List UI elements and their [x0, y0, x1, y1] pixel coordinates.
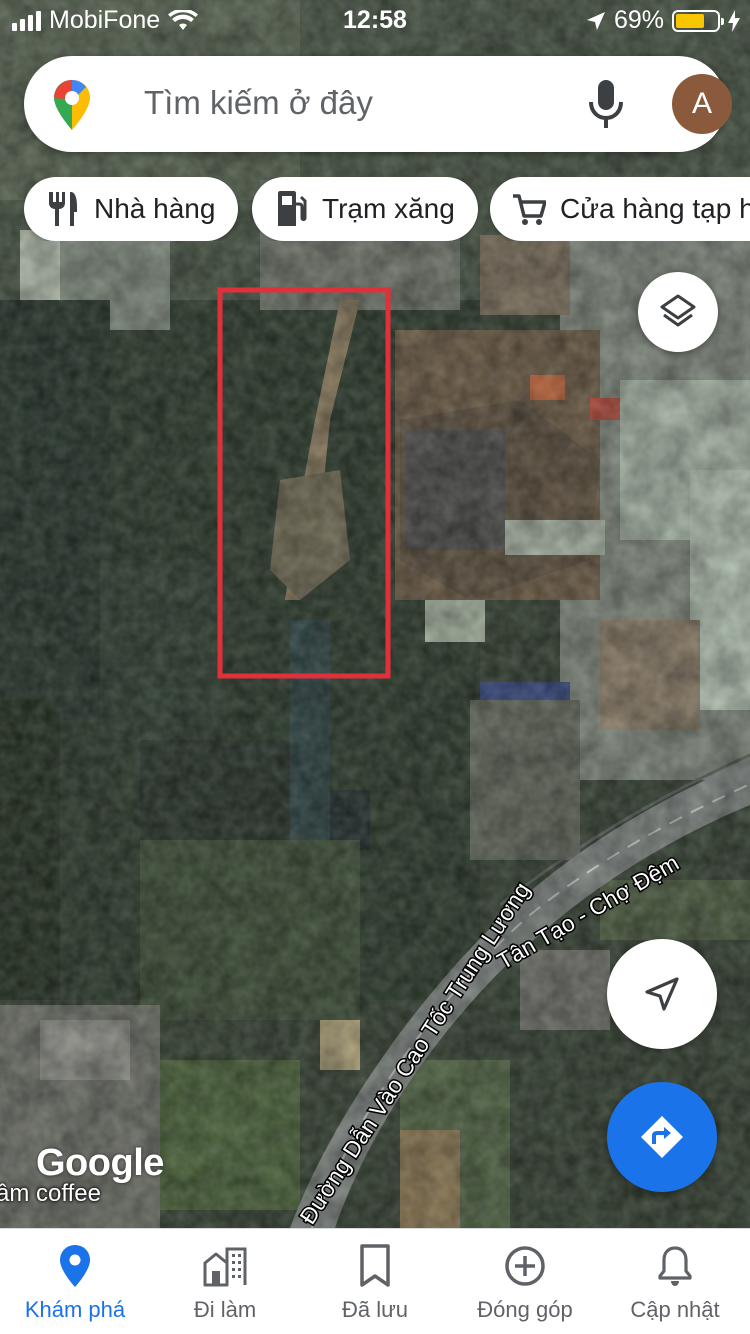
navigation-arrow-icon	[645, 977, 679, 1011]
chip-restaurants[interactable]: Nhà hàng	[24, 177, 238, 241]
google-attribution: Google	[36, 1142, 164, 1184]
battery-icon	[672, 9, 724, 32]
bell-icon	[658, 1246, 692, 1286]
status-bar: MobiFone 12:58 69%	[0, 0, 750, 40]
gas-station-icon	[278, 191, 307, 226]
nav-commute[interactable]: Đi làm	[150, 1229, 300, 1334]
chip-label: Cửa hàng tạp hóa	[560, 193, 750, 224]
layers-button[interactable]	[638, 272, 718, 352]
chip-label: Trạm xăng	[322, 193, 455, 224]
nav-updates[interactable]: Cập nhật	[600, 1229, 750, 1334]
directions-icon	[641, 1116, 683, 1158]
nav-label: Khám phá	[24, 1297, 126, 1322]
nav-label: Đã lưu	[341, 1297, 409, 1322]
battery-fill	[676, 13, 704, 28]
chip-grocery[interactable]: Cửa hàng tạp hóa	[490, 177, 750, 241]
nav-contribute[interactable]: Đóng góp	[450, 1229, 600, 1334]
search-bar[interactable]: Tìm kiếm ở đây A	[24, 56, 732, 152]
bookmark-icon	[360, 1244, 390, 1287]
directions-button[interactable]	[607, 1082, 717, 1192]
layers-icon	[660, 294, 696, 327]
status-right: 69%	[586, 6, 740, 35]
nav-saved[interactable]: Đã lưu	[300, 1229, 450, 1334]
my-location-button[interactable]	[607, 939, 717, 1049]
nav-label: Đóng góp	[477, 1297, 573, 1322]
location-services-icon	[586, 11, 605, 30]
location-pin-icon	[60, 1245, 90, 1287]
nav-explore[interactable]: Khám phá	[0, 1229, 150, 1334]
battery-percent: 69%	[613, 6, 664, 34]
charging-bolt-icon	[728, 9, 740, 32]
search-input[interactable]: Tìm kiếm ở đây	[144, 84, 373, 122]
mic-icon[interactable]	[582, 78, 630, 130]
google-maps-logo-icon	[54, 80, 90, 130]
nav-label: Cập nhật	[630, 1297, 720, 1322]
nav-label: Đi làm	[193, 1297, 257, 1322]
add-circle-icon	[505, 1246, 545, 1286]
category-chips: Nhà hàng Trạm xăng Cửa hàng tạp hóa	[24, 177, 750, 241]
chip-gas-stations[interactable]: Trạm xăng	[252, 177, 478, 241]
account-avatar[interactable]: A	[672, 74, 732, 134]
place-label[interactable]: âm coffee	[0, 1180, 101, 1208]
fork-knife-icon	[49, 192, 77, 226]
chip-label: Nhà hàng	[94, 193, 216, 224]
commute-buildings-icon	[203, 1247, 247, 1287]
shopping-cart-icon	[513, 194, 546, 225]
bottom-navigation: Khám phá Đi làm Đã lưu Đóng góp Cập nhật	[0, 1228, 750, 1334]
